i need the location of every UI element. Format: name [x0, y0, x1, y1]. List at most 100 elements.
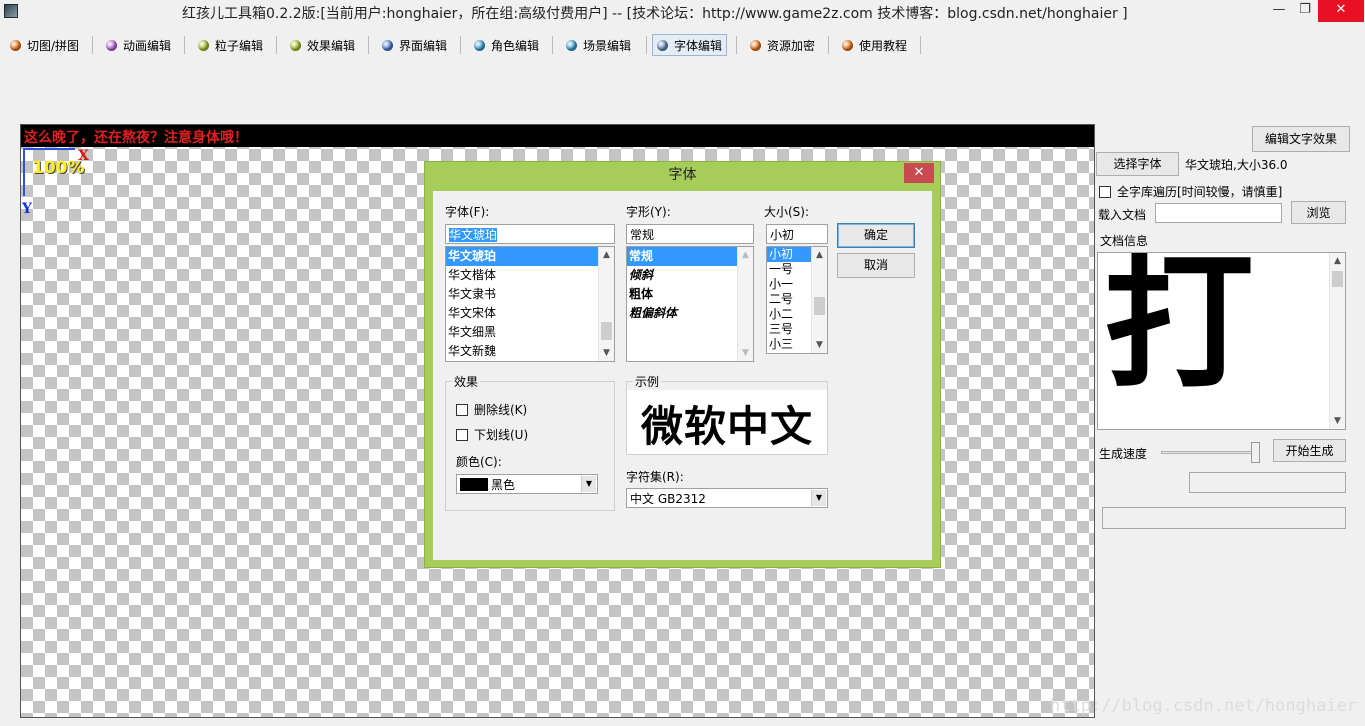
- tab-scene-edit[interactable]: 场景编辑: [566, 34, 631, 56]
- sample-title: 示例: [633, 373, 662, 390]
- traverse-all-checkbox[interactable]: 全字库遍历[时间较慢，请慎重]: [1099, 183, 1282, 200]
- color-select[interactable]: 黑色 ▼: [456, 474, 598, 494]
- strikeout-label: 删除线(K): [474, 403, 528, 417]
- orb-icon: [290, 39, 301, 51]
- checkbox-box[interactable]: [1099, 185, 1111, 198]
- doc-info-box[interactable]: 打 ▲ ▼: [1097, 252, 1346, 430]
- style-list[interactable]: 常规 倾斜 粗体 粗偏斜体 ▲ ▼: [626, 246, 754, 362]
- tab-particle-edit[interactable]: 粒子编辑: [198, 34, 263, 56]
- scroll-up-icon[interactable]: ▲: [1330, 253, 1345, 269]
- underline-label: 下划线(U): [474, 428, 529, 442]
- style-list-item[interactable]: 倾斜: [627, 266, 753, 285]
- select-font-button[interactable]: 选择字体: [1096, 152, 1179, 176]
- traverse-all-label: 全字库遍历[时间较慢，请慎重]: [1117, 185, 1283, 199]
- canvas-banner: 这么晚了，还在熬夜？注意身体哦！: [21, 125, 1094, 147]
- style-input[interactable]: 常规: [626, 224, 754, 244]
- browse-button[interactable]: 浏览: [1291, 201, 1346, 224]
- scroll-thumb[interactable]: [1332, 271, 1343, 287]
- size-list-scrollbar[interactable]: ▲ ▼: [811, 247, 827, 353]
- orb-icon: [842, 39, 853, 51]
- checkbox-box[interactable]: [456, 403, 468, 416]
- dialog-close-button[interactable]: ✕: [904, 163, 934, 183]
- ok-button[interactable]: 确定: [837, 223, 915, 248]
- scroll-thumb[interactable]: [814, 297, 825, 315]
- app-window: 红孩儿工具箱0.2.2版:[当前用户:honghaier，所在组:高级付费用户]…: [0, 0, 1365, 726]
- minimize-button[interactable]: —: [1266, 0, 1292, 22]
- scroll-thumb[interactable]: [601, 322, 612, 340]
- color-value: 黑色: [491, 478, 516, 492]
- tab-label: 角色编辑: [491, 38, 540, 53]
- speed-slider-thumb[interactable]: [1251, 442, 1260, 463]
- size-label: 大小(S):: [764, 205, 810, 219]
- chevron-down-icon[interactable]: ▼: [811, 490, 826, 506]
- scroll-up-icon[interactable]: ▲: [738, 247, 753, 263]
- tab-font-edit[interactable]: 字体编辑: [652, 34, 728, 56]
- zoom-level: 100%: [32, 158, 85, 178]
- scroll-up-icon[interactable]: ▲: [812, 247, 827, 263]
- style-list-scrollbar[interactable]: ▲ ▼: [737, 247, 753, 361]
- tab-label: 资源加密: [767, 38, 816, 53]
- style-label: 字形(Y):: [626, 205, 671, 219]
- style-list-item[interactable]: 粗偏斜体: [627, 304, 753, 323]
- orb-icon: [566, 39, 577, 51]
- font-list-item[interactable]: 华文细黑: [446, 323, 614, 342]
- font-list-item[interactable]: 华文宋体: [446, 304, 614, 323]
- font-list-item[interactable]: 华文楷体: [446, 266, 614, 285]
- tab-ui-edit[interactable]: 界面编辑: [382, 34, 447, 56]
- font-label: 字体(F):: [445, 205, 490, 219]
- dialog-title: 字体: [668, 167, 697, 183]
- color-label: 颜色(C):: [456, 455, 502, 469]
- checkbox-box[interactable]: [456, 428, 468, 441]
- scroll-down-icon[interactable]: ▼: [599, 345, 614, 361]
- doc-info-scrollbar[interactable]: ▲ ▼: [1329, 253, 1345, 429]
- size-list[interactable]: 小初 一号 小一 二号 小二 三号 小三 ▲ ▼: [766, 246, 828, 354]
- tab-resource-encrypt[interactable]: 资源加密: [750, 34, 815, 56]
- close-button[interactable]: ✕: [1318, 0, 1364, 22]
- scroll-up-icon[interactable]: ▲: [599, 247, 614, 263]
- charset-label: 字符集(R):: [626, 470, 684, 484]
- y-axis-label: Y: [22, 201, 32, 217]
- tab-slice-stitch[interactable]: 切图/拼图: [10, 34, 79, 56]
- charset-value: 中文 GB2312: [630, 492, 706, 506]
- charset-select[interactable]: 中文 GB2312 ▼: [626, 488, 828, 508]
- scroll-down-icon[interactable]: ▼: [1330, 413, 1345, 429]
- tab-animation-edit[interactable]: 动画编辑: [106, 34, 171, 56]
- font-list[interactable]: 华文琥珀 华文楷体 华文隶书 华文宋体 华文细黑 华文新魏 ▲ ▼: [445, 246, 615, 362]
- tab-label: 场景编辑: [583, 38, 632, 53]
- start-generate-button[interactable]: 开始生成: [1273, 439, 1346, 462]
- orb-icon: [106, 39, 117, 51]
- chevron-down-icon[interactable]: ▼: [581, 476, 596, 492]
- doc-path-input[interactable]: [1155, 203, 1282, 223]
- x-axis-line: [23, 148, 75, 150]
- font-list-scrollbar[interactable]: ▲ ▼: [598, 247, 614, 361]
- sample-group: 示例 微软中文: [626, 373, 828, 455]
- tab-tutorial[interactable]: 使用教程: [842, 34, 907, 56]
- window-title: 红孩儿工具箱0.2.2版:[当前用户:honghaier，所在组:高级付费用户]…: [182, 6, 1128, 22]
- font-list-item[interactable]: 华文隶书: [446, 285, 614, 304]
- font-info-text: 华文琥珀,大小36.0: [1185, 158, 1288, 172]
- scroll-down-icon[interactable]: ▼: [812, 337, 827, 353]
- scroll-down-icon[interactable]: ▼: [738, 345, 753, 361]
- style-list-item[interactable]: 常规: [627, 247, 753, 266]
- font-name-value: 华文琥珀: [449, 228, 498, 242]
- edit-text-effect-button[interactable]: 编辑文字效果: [1252, 126, 1350, 152]
- speed-slider-track[interactable]: [1161, 451, 1259, 454]
- font-list-item[interactable]: 华文琥珀: [446, 247, 614, 266]
- font-list-item[interactable]: 华文新魏: [446, 342, 614, 361]
- status-field: [1189, 472, 1346, 493]
- tab-character-edit[interactable]: 角色编辑: [474, 34, 539, 56]
- style-list-item[interactable]: 粗体: [627, 285, 753, 304]
- font-name-input[interactable]: 华文琥珀: [445, 224, 615, 244]
- cancel-button[interactable]: 取消: [837, 253, 915, 278]
- size-input[interactable]: 小初: [766, 224, 828, 244]
- progress-bar: [1102, 507, 1346, 529]
- strikeout-checkbox[interactable]: 删除线(K): [456, 401, 527, 418]
- tab-effect-edit[interactable]: 效果编辑: [290, 34, 355, 56]
- effects-group: 效果 删除线(K) 下划线(U) 颜色(C): 黑色 ▼: [445, 373, 615, 511]
- orb-icon: [198, 39, 209, 51]
- orb-icon: [750, 39, 761, 51]
- dialog-body: 字体(F): 华文琥珀 华文琥珀 华文楷体 华文隶书 华文宋体 华文细黑 华文新…: [433, 191, 932, 560]
- maximize-button[interactable]: ❐: [1292, 0, 1318, 22]
- underline-checkbox[interactable]: 下划线(U): [456, 426, 528, 443]
- watermark: http://blog.csdn.net/honghaier: [1050, 696, 1358, 716]
